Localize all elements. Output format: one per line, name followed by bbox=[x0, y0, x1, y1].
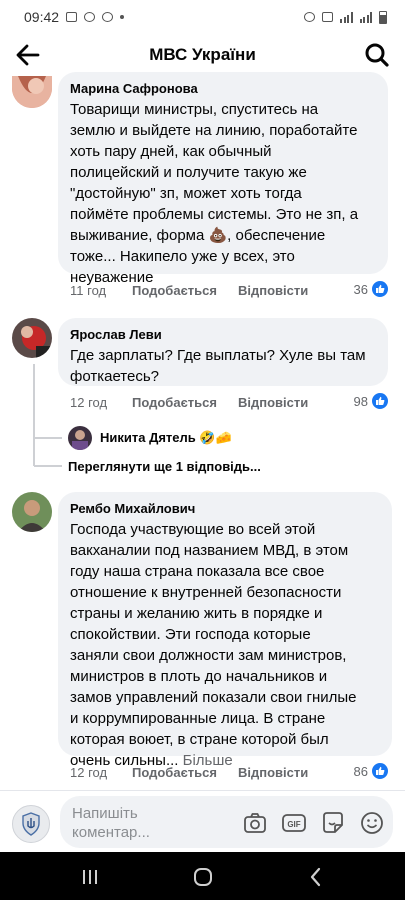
comment-composer: Напишіть коментар... GIF bbox=[0, 790, 405, 852]
thread-line bbox=[33, 364, 35, 466]
page-avatar bbox=[12, 805, 50, 843]
comment-input[interactable]: Напишіть коментар... GIF bbox=[60, 796, 393, 848]
home-button[interactable] bbox=[191, 866, 215, 888]
comment-line: которая воюет, в стране которой был bbox=[70, 731, 329, 748]
comment-line: Господа участвующие во всей этой bbox=[70, 521, 316, 538]
comment-line: выживание, форма 💩, обеспечение bbox=[70, 227, 326, 244]
comment-meta: 12 год Подобається Відповісти bbox=[70, 392, 308, 412]
like-button[interactable]: Подобається bbox=[132, 765, 238, 780]
status-left: 09:42 bbox=[24, 9, 125, 25]
reply-avatar[interactable] bbox=[68, 426, 92, 450]
comment-bubble[interactable]: Марина Сафронова Товарищи министры, спус… bbox=[58, 72, 388, 286]
header: МВС України bbox=[0, 34, 405, 76]
sticker-icon bbox=[323, 812, 343, 833]
avatar[interactable] bbox=[12, 492, 52, 532]
system-nav-bar bbox=[0, 852, 405, 900]
comment-line: году наша страна показала все свое bbox=[70, 563, 325, 580]
recent-apps-icon bbox=[83, 870, 97, 884]
avatar[interactable] bbox=[12, 76, 52, 108]
reply-author[interactable]: Никита Дятель 🤣🧀 bbox=[100, 430, 232, 446]
reply-button[interactable]: Відповісти bbox=[238, 283, 308, 298]
comment-line: отношение к внутренней безопасности bbox=[70, 584, 342, 601]
comment-line: замов управлений показали свои гнилые bbox=[70, 689, 357, 706]
comment-line: спокойствии. Эти господа которые bbox=[70, 626, 311, 643]
thread-connector bbox=[34, 465, 62, 467]
reply-button[interactable]: Відповісти bbox=[238, 765, 308, 780]
comment-time: 11 год bbox=[70, 282, 107, 298]
comment-line: фоткаетесь? bbox=[70, 368, 160, 385]
comment-line: и коррумпированные лица. В стране bbox=[70, 710, 326, 727]
comment-line: министров в плоть до начальников и bbox=[70, 668, 328, 685]
thumbs-up-icon bbox=[371, 280, 389, 298]
comment-time: 12 год bbox=[70, 764, 108, 780]
comment-line: заняли свои должности зам министров, bbox=[70, 647, 347, 664]
comment-line: "достойную" зп, может хоть тогда bbox=[70, 185, 302, 202]
thumbs-up-icon bbox=[371, 762, 389, 780]
comment-author[interactable]: Марина Сафронова bbox=[70, 80, 376, 97]
camera-button[interactable] bbox=[242, 810, 268, 836]
whatsapp-icon bbox=[84, 12, 96, 22]
reaction-number: 98 bbox=[353, 393, 368, 409]
signal-icon bbox=[340, 11, 353, 23]
thumbs-up-icon bbox=[371, 392, 389, 410]
emoji-icon bbox=[361, 812, 383, 834]
image-icon bbox=[66, 12, 78, 22]
like-button[interactable]: Подобається bbox=[132, 395, 238, 410]
notification-dot bbox=[120, 15, 125, 19]
thread-connector bbox=[34, 437, 62, 439]
comment-line: полицейский и получите такую же bbox=[70, 164, 307, 181]
camera-icon bbox=[244, 813, 266, 833]
battery-icon bbox=[379, 10, 387, 24]
page-title: МВС України bbox=[149, 45, 256, 64]
status-bar: 09:42 bbox=[0, 0, 405, 34]
comment-meta: 11 год Подобається Відповісти bbox=[70, 280, 308, 300]
search-icon bbox=[365, 43, 389, 67]
recent-apps-button[interactable] bbox=[78, 866, 102, 888]
comment-line: страны и желанию жить в порядке и bbox=[70, 605, 323, 622]
comment-text: Где зарплаты? Где выплаты? Хуле вы там ф… bbox=[70, 345, 376, 387]
comment-line: поймёте проблемы системы. Это не зп, а bbox=[70, 206, 359, 223]
comment-line: вакханалии под названием МВД, в этом bbox=[70, 542, 349, 559]
search-button[interactable] bbox=[363, 41, 391, 69]
comment-line: Товарищи министры, спуститесь на bbox=[70, 101, 319, 118]
comment-author[interactable]: Ярослав Леви bbox=[70, 326, 376, 343]
comment-line: землю и выйдете на линию, поработайте bbox=[70, 122, 358, 139]
reaction-count[interactable]: 98 bbox=[354, 392, 389, 410]
home-icon bbox=[194, 868, 212, 886]
avatar[interactable] bbox=[12, 318, 52, 358]
comment-bubble[interactable]: Рембо Михайлович Господа участвующие во … bbox=[58, 492, 392, 769]
alarm-icon bbox=[304, 12, 315, 22]
svg-text:GIF: GIF bbox=[287, 820, 300, 829]
reaction-number: 86 bbox=[353, 763, 368, 779]
gif-icon: GIF bbox=[282, 814, 306, 832]
comment-line: тоже... Накипело уже у всех, это bbox=[70, 248, 295, 265]
comment-line: Где зарплаты? Где выплаты? Хуле вы там bbox=[70, 347, 366, 364]
gif-button[interactable]: GIF bbox=[281, 810, 307, 836]
comment-text: Товарищи министры, спуститесь на землю и… bbox=[70, 99, 376, 288]
back-nav-button[interactable] bbox=[304, 866, 328, 888]
reaction-count[interactable]: 36 bbox=[354, 280, 389, 298]
viber-icon bbox=[102, 12, 114, 22]
comment-time: 12 год bbox=[70, 394, 108, 410]
view-more-replies-link[interactable]: Переглянути ще 1 відповідь... bbox=[68, 459, 261, 474]
comment-input-placeholder: Напишіть коментар... bbox=[72, 805, 150, 841]
police-emblem-icon bbox=[22, 812, 40, 836]
comment-line: хоть пару дней, как обычный bbox=[70, 143, 272, 160]
signal-icon bbox=[359, 11, 372, 23]
reaction-count[interactable]: 86 bbox=[354, 762, 389, 780]
emoji-button[interactable] bbox=[359, 810, 385, 836]
sticker-button[interactable] bbox=[320, 810, 346, 836]
comment-bubble[interactable]: Ярослав Леви Где зарплаты? Где выплаты? … bbox=[58, 318, 388, 386]
comment-text: Господа участвующие во всей этой вакхана… bbox=[70, 519, 380, 771]
vibrate-icon bbox=[322, 12, 333, 22]
comment-meta: 12 год Подобається Відповісти bbox=[70, 762, 308, 782]
reply-button[interactable]: Відповісти bbox=[238, 395, 308, 410]
status-time: 09:42 bbox=[24, 9, 60, 25]
comment-author[interactable]: Рембо Михайлович bbox=[70, 500, 380, 517]
like-button[interactable]: Подобається bbox=[132, 283, 238, 298]
reaction-number: 36 bbox=[353, 281, 368, 297]
status-right bbox=[304, 10, 387, 24]
back-nav-icon bbox=[310, 867, 321, 887]
